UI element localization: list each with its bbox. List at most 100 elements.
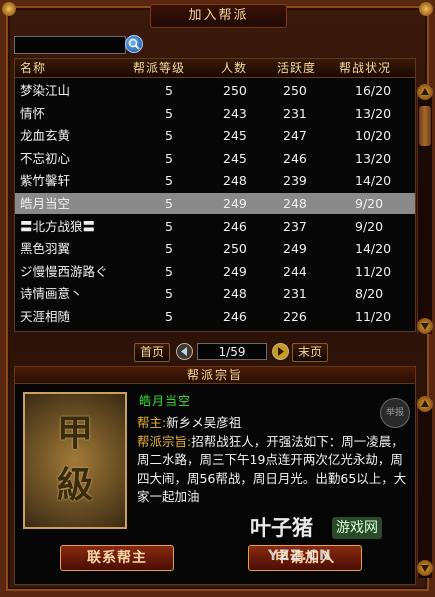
- cell-activity: 247: [283, 128, 307, 144]
- arrow-down-icon: [421, 323, 429, 330]
- detail-scroll-up-button[interactable]: [417, 396, 433, 412]
- cell-war: 8/20: [355, 286, 384, 302]
- arrow-down-icon: [421, 565, 429, 572]
- cell-name: 情怀: [20, 105, 46, 121]
- search-icon: [128, 38, 140, 50]
- table-row[interactable]: 龙血玄黄 5 245 247 10/20: [15, 125, 415, 146]
- cell-activity: 246: [283, 150, 307, 166]
- cell-members: 245: [223, 150, 247, 166]
- cell-war: 10/20: [355, 128, 392, 144]
- leader-label: 帮主:: [137, 415, 167, 430]
- cell-name: 梦染江山: [20, 83, 71, 98]
- window-title: 加入帮派: [150, 4, 287, 28]
- cell-war: 9/20: [355, 196, 384, 211]
- cell-level: 5: [165, 196, 173, 211]
- purpose-label: 帮派宗旨:: [137, 433, 192, 449]
- prev-page-button[interactable]: [176, 343, 193, 360]
- header-level[interactable]: 帮派等级: [133, 59, 185, 77]
- search-input[interactable]: [14, 36, 126, 54]
- header-war-status[interactable]: 帮战状况: [339, 59, 391, 77]
- cell-level: 5: [165, 263, 173, 279]
- page-indicator[interactable]: 1/59: [197, 343, 267, 360]
- table-header: 名称 帮派等级 人数 活跃度 帮战状况: [15, 59, 415, 78]
- cell-activity: 248: [283, 196, 307, 211]
- corner-ornament: [2, 2, 16, 16]
- watermark-tag: 游戏网: [332, 517, 382, 539]
- cell-level: 5: [165, 286, 173, 302]
- guild-purpose-heading: 帮派宗旨: [186, 368, 243, 382]
- leader-name: 新乡メ吴彦祖: [166, 415, 242, 430]
- watermark-logo-text: 叶子猪: [250, 516, 313, 540]
- cell-war: 14/20: [355, 173, 392, 189]
- corner-ornament: [419, 2, 433, 16]
- cell-name: 诗情画意丶: [20, 286, 83, 302]
- cell-level: 5: [165, 241, 173, 257]
- cell-members: 246: [223, 218, 247, 234]
- cell-name: ジ慢慢西游路ぐ: [20, 263, 108, 279]
- search-button[interactable]: [125, 35, 143, 53]
- header-members[interactable]: 人数: [221, 59, 247, 77]
- cell-members: 248: [223, 286, 247, 302]
- table-row[interactable]: 〓北方战狼〓 5 246 237 9/20: [15, 216, 415, 237]
- cell-activity: 249: [283, 241, 307, 257]
- cell-name: 龙血玄黄: [20, 128, 71, 144]
- cell-war: 11/20: [355, 309, 392, 324]
- table-row[interactable]: 情怀 5 243 231 13/20: [15, 103, 415, 124]
- watermark-url: YZZ.CN: [268, 548, 332, 564]
- cell-members: 246: [223, 309, 247, 324]
- list-scrollbar[interactable]: [417, 84, 433, 334]
- last-page-button[interactable]: 末页: [292, 343, 328, 362]
- scroll-down-button[interactable]: [417, 318, 433, 334]
- table-row[interactable]: 天涯相随 5 246 226 11/20: [15, 306, 415, 327]
- guild-list: 名称 帮派等级 人数 活跃度 帮战状况 梦染江山 5 250 250 16/20 情怀 5 2…: [14, 58, 416, 332]
- cell-war: 13/20: [355, 150, 392, 166]
- cell-war: 16/20: [355, 83, 392, 98]
- cell-level: 5: [165, 218, 173, 234]
- emblem-glyph: 級: [56, 464, 93, 506]
- cell-level: 5: [165, 83, 173, 98]
- table-row[interactable]: 皓月当空 5 249 248 9/20: [15, 193, 415, 214]
- detail-scrollbar[interactable]: [417, 396, 433, 578]
- watermark-logo: 叶子猪 游戏网: [250, 513, 425, 543]
- guild-name: 皓月当空: [139, 394, 192, 408]
- first-page-button[interactable]: 首页: [134, 343, 170, 362]
- cell-activity: 231: [283, 105, 307, 121]
- guild-emblem: 甲 級: [23, 392, 127, 529]
- cell-level: 5: [165, 173, 173, 189]
- arrow-left-icon: [181, 347, 187, 356]
- cell-activity: 244: [283, 263, 307, 279]
- contact-leader-button[interactable]: 联系帮主: [60, 545, 174, 571]
- cell-activity: 226: [283, 309, 307, 324]
- cell-members: 249: [223, 263, 247, 279]
- header-name[interactable]: 名称: [20, 59, 46, 77]
- table-row[interactable]: ジ慢慢西游路ぐ 5 249 244 11/20: [15, 261, 415, 282]
- cell-members: 248: [223, 173, 247, 189]
- cell-name: 紫竹馨轩: [20, 173, 71, 189]
- join-guild-window: 加入帮派 名称 帮派等级 人数 活跃度 帮战状况 梦染江山 5 250 250 16/2…: [0, 0, 435, 597]
- cell-members: 245: [223, 128, 247, 144]
- cell-war: 11/20: [355, 263, 392, 279]
- cell-members: 249: [223, 196, 247, 211]
- cell-level: 5: [165, 128, 173, 144]
- table-row[interactable]: 紫竹馨轩 5 248 239 14/20: [15, 170, 415, 191]
- scroll-up-button[interactable]: [417, 84, 433, 100]
- cell-level: 5: [165, 105, 173, 121]
- cell-name: 不忘初心: [20, 150, 71, 166]
- next-page-button[interactable]: [272, 343, 289, 360]
- arrow-right-icon: [278, 347, 284, 356]
- table-row[interactable]: 黑色羽翼 5 250 249 14/20: [15, 238, 415, 259]
- header-activity[interactable]: 活跃度: [277, 59, 316, 77]
- table-row[interactable]: 诗情画意丶 5 248 231 8/20: [15, 283, 415, 304]
- cell-activity: 239: [283, 173, 307, 189]
- cell-level: 5: [165, 150, 173, 166]
- scroll-thumb[interactable]: [419, 106, 431, 146]
- arrow-up-icon: [421, 400, 429, 407]
- cell-name: 黑色羽翼: [20, 241, 71, 257]
- emblem-glyph: 甲: [56, 412, 93, 454]
- table-row[interactable]: 不忘初心 5 245 246 13/20: [15, 148, 415, 169]
- table-row[interactable]: 梦染江山 5 250 250 16/20: [15, 80, 415, 101]
- cell-members: 250: [223, 83, 247, 98]
- cell-name: 皓月当空: [20, 196, 71, 211]
- detail-scroll-down-button[interactable]: [417, 560, 433, 576]
- cell-activity: 250: [283, 83, 307, 98]
